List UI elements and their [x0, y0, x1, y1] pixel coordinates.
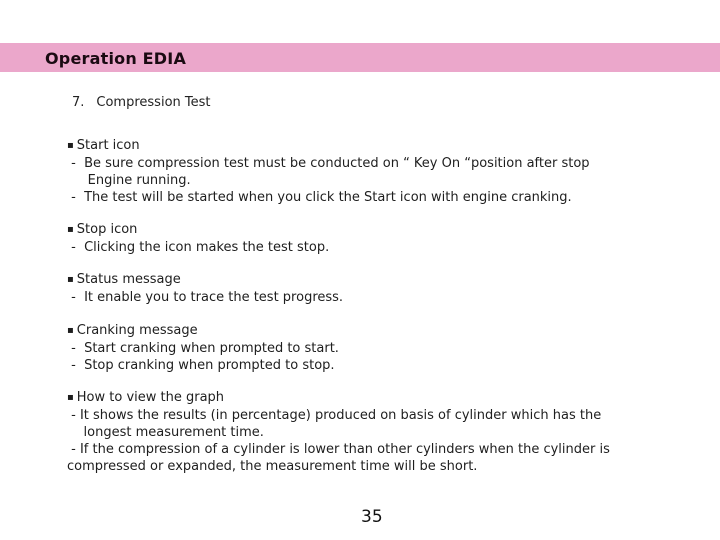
page-number: 35	[361, 507, 383, 527]
item-heading: Stop icon	[67, 221, 329, 239]
item-line: - Stop cranking when prompted to stop.	[67, 358, 335, 373]
item-view-graph: How to view the graph - It shows the res…	[67, 389, 610, 475]
item-line: Engine running.	[67, 173, 191, 188]
item-cranking-message: Cranking message - Start cranking when p…	[67, 322, 339, 374]
header-band: Operation EDIA	[0, 43, 720, 72]
page-title: Operation EDIA	[45, 49, 187, 68]
item-start-icon: Start icon - Be sure compression test mu…	[67, 137, 590, 206]
item-heading: Cranking message	[67, 322, 339, 340]
item-line: - Clicking the icon makes the test stop.	[67, 240, 330, 255]
item-line: - Be sure compression test must be condu…	[67, 156, 590, 171]
item-line: - Start cranking when prompted to start.	[67, 341, 339, 356]
item-status-message: Status message - It enable you to trace …	[67, 271, 343, 306]
section-title: Compression Test	[96, 95, 211, 110]
item-line: - It shows the results (in percentage) p…	[67, 408, 602, 423]
item-stop-icon: Stop icon - Clicking the icon makes the …	[67, 221, 329, 256]
item-heading: Status message	[67, 271, 343, 289]
item-line: longest measurement time.	[67, 425, 264, 440]
item-heading: Start icon	[67, 137, 590, 155]
item-line: - If the compression of a cylinder is lo…	[67, 442, 610, 457]
section-heading: 7. Compression Test	[72, 95, 211, 110]
item-line: - It enable you to trace the test progre…	[67, 290, 344, 305]
item-heading: How to view the graph	[67, 389, 610, 407]
item-line: - The test will be started when you clic…	[67, 190, 572, 205]
item-line: compressed or expanded, the measurement …	[67, 459, 478, 474]
section-number: 7.	[72, 95, 85, 110]
